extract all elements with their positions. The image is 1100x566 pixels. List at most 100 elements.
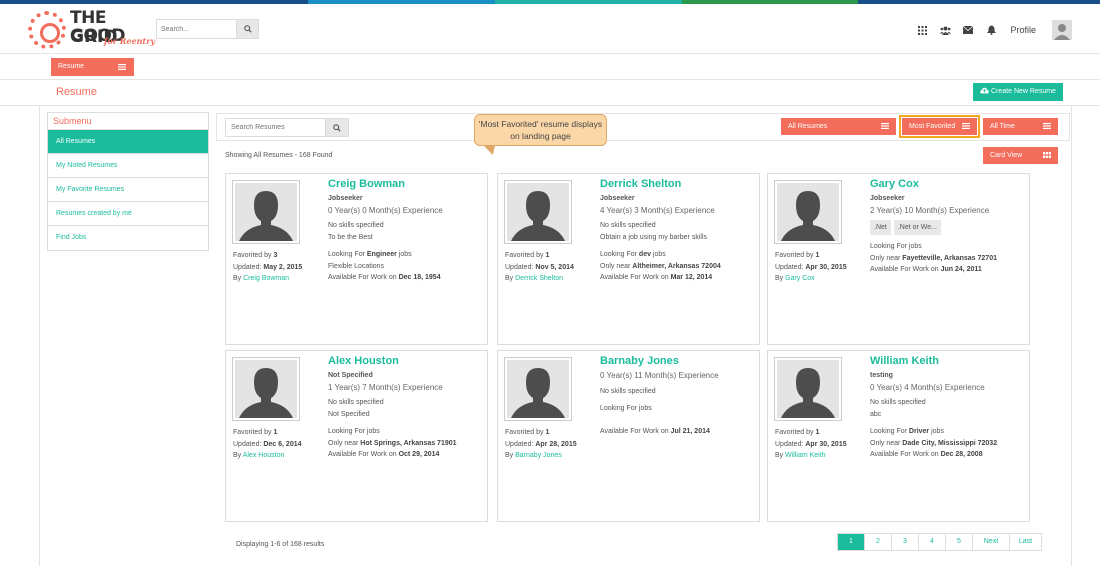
location-label: Only near	[870, 439, 903, 447]
grid-icon[interactable]	[916, 24, 928, 36]
logo[interactable]: THE GOOD GRID for Reentry	[28, 7, 158, 51]
page-last[interactable]: Last	[1010, 534, 1041, 550]
mail-icon[interactable]	[962, 24, 974, 36]
author-line: By Derrick Shelton	[505, 273, 574, 285]
updated-line: Updated: Nov 5, 2014	[505, 262, 574, 274]
candidate-role: Jobseeker	[328, 195, 363, 202]
experience: 2 Year(s) 10 Month(s) Experience	[870, 205, 990, 215]
skill-tag: .Net	[870, 220, 891, 235]
objective: Obtain a job using my barber skills	[600, 233, 707, 241]
card-meta: Favorited by 1 Updated: Apr 30, 2015 By Wi…	[775, 427, 847, 462]
author-label: By	[775, 452, 786, 459]
favorited-label: Favorited by	[775, 252, 816, 259]
page-5[interactable]: 5	[946, 534, 973, 550]
author-link[interactable]: William Keith	[785, 452, 825, 459]
author-line: By Alex Houston	[233, 450, 302, 462]
looking-for-label: Looking For	[600, 251, 639, 258]
page-3[interactable]: 3	[892, 534, 919, 550]
submenu-item-all-resumes[interactable]: All Resumes	[48, 130, 208, 154]
resume-search-button[interactable]	[325, 119, 348, 136]
updated-date: Apr 30, 2015	[805, 263, 847, 271]
author-link[interactable]: Creig Bowman	[243, 275, 289, 282]
favorited-line: Favorited by 1	[233, 427, 302, 439]
candidate-name[interactable]: William Keith	[870, 354, 1030, 368]
profile-photo[interactable]	[774, 180, 842, 244]
users-icon[interactable]	[939, 24, 951, 36]
profile-photo[interactable]	[232, 357, 300, 421]
submenu-item-find-jobs[interactable]: Find Jobs	[48, 226, 208, 250]
profile-link[interactable]: Profile	[1010, 25, 1036, 35]
resume-card: Favorited by 3 Updated: May 2, 2015 By Cre…	[225, 173, 488, 345]
candidate-role: Jobseeker	[870, 195, 905, 202]
resume-card: Favorited by 1 Updated: Apr 28, 2015 By Ba…	[497, 350, 760, 522]
favorited-line: Favorited by 1	[775, 427, 847, 439]
location-value: Hot Springs, Arkansas 71901	[360, 439, 457, 447]
filter-all-time[interactable]: All Time	[983, 118, 1058, 135]
author-link[interactable]: Alex Houston	[243, 452, 285, 459]
resume-card: Favorited by 1 Updated: Apr 30, 2015 By Wi…	[767, 350, 1030, 522]
updated-label: Updated:	[505, 263, 536, 271]
looking-for-label: Looking For jobs	[870, 243, 922, 250]
header: THE GOOD GRID for Reentry Profile	[0, 4, 1100, 54]
candidate-name[interactable]: Creig Bowman	[328, 177, 488, 191]
card-grid-icon	[1043, 152, 1051, 158]
updated-line: Updated: Apr 30, 2015	[775, 262, 847, 274]
card-view-toggle[interactable]: Card View	[983, 147, 1058, 164]
gear-logo-icon	[28, 11, 66, 49]
looking-for-suffix: jobs	[929, 428, 944, 435]
favorited-count: 1	[545, 429, 550, 436]
global-search-button[interactable]	[236, 20, 258, 38]
looking-for-label: Looking For	[870, 428, 909, 435]
updated-line: Updated: Apr 28, 2015	[505, 439, 577, 451]
page-2[interactable]: 2	[865, 534, 892, 550]
candidate-role: Jobseeker	[600, 195, 635, 202]
availability-label: Available For Work on	[870, 451, 941, 458]
author-link[interactable]: Derrick Shelton	[515, 275, 563, 282]
submenu-item-favorite-resumes[interactable]: My Favorite Resumes	[48, 178, 208, 202]
person-silhouette-icon	[507, 360, 569, 418]
availability-date: Jul 21, 2014	[670, 427, 710, 435]
looking-for: Looking For dev jobs	[600, 249, 760, 261]
search-icon	[333, 123, 341, 132]
nav-resume-tab[interactable]: Resume	[51, 58, 134, 76]
profile-photo[interactable]	[774, 357, 842, 421]
availability: Available For Work on Dec 28, 2008	[870, 449, 1030, 461]
candidate-name[interactable]: Barnaby Jones	[600, 354, 760, 368]
submenu-item-created-by-me[interactable]: Resumes created by me	[48, 202, 208, 226]
filter-all-resumes[interactable]: All Resumes	[781, 118, 896, 135]
looking-for: Looking For Engineer jobs	[328, 249, 488, 261]
create-resume-button[interactable]: Create New Resume	[973, 83, 1063, 101]
candidate-name[interactable]: Gary Cox	[870, 177, 1030, 191]
search-icon	[243, 25, 252, 33]
bell-icon[interactable]	[985, 24, 997, 36]
profile-photo[interactable]	[504, 357, 572, 421]
filter-all-time-label: All Time	[990, 123, 1015, 130]
looking-for-label: Looking For jobs	[328, 428, 380, 435]
page-next[interactable]: Next	[973, 534, 1010, 550]
nav-resume-label: Resume	[58, 63, 85, 70]
page-1[interactable]: 1	[838, 534, 865, 550]
filter-most-favorited[interactable]: Most Favorited	[899, 115, 980, 138]
profile-photo[interactable]	[232, 180, 300, 244]
user-avatar[interactable]	[1052, 20, 1072, 40]
looking-for-role: dev	[638, 251, 651, 258]
page-4[interactable]: 4	[919, 534, 946, 550]
author-label: By	[233, 275, 244, 282]
objective: abc	[870, 410, 882, 418]
availability-label: Available For Work on	[870, 266, 941, 273]
author-link[interactable]: Barnaby Jones	[515, 452, 562, 459]
submenu-item-noted-resumes[interactable]: My Noted Resumes	[48, 154, 208, 178]
availability-label: Available For Work on	[328, 274, 399, 281]
author-link[interactable]: Gary Cox	[785, 275, 815, 282]
filter-most-favorited-label: Most Favorited	[909, 123, 956, 130]
resume-search-input[interactable]	[226, 119, 324, 136]
resume-card: Favorited by 1 Updated: Apr 30, 2015 By Ga…	[767, 173, 1030, 345]
availability: Available For Work on Jun 24, 2011	[870, 264, 1030, 276]
resume-card: Favorited by 1 Updated: Nov 5, 2014 By Der…	[497, 173, 760, 345]
list-menu-icon	[1043, 123, 1051, 129]
candidate-name[interactable]: Alex Houston	[328, 354, 488, 368]
candidate-name[interactable]: Derrick Shelton	[600, 177, 760, 191]
profile-photo[interactable]	[504, 180, 572, 244]
global-search-input[interactable]	[157, 20, 237, 38]
location-value: Dade City, Mississippi 72032	[902, 439, 998, 447]
